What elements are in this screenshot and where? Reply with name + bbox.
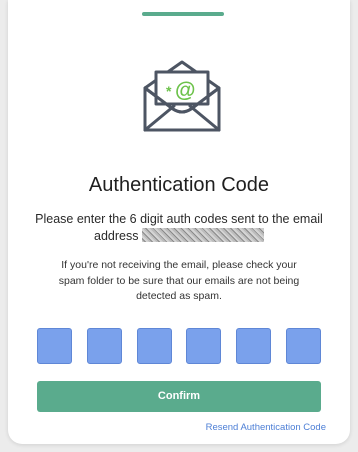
svg-text:@: @ [175,79,195,102]
instruction-text: Please enter the 6 digit auth codes sent… [30,211,328,245]
code-digit-5[interactable] [236,328,272,364]
top-accent-bar [142,12,224,16]
code-digit-4[interactable] [186,328,222,364]
redacted-email [141,228,264,242]
code-digit-2[interactable] [86,328,122,364]
confirm-button[interactable]: Confirm [37,381,321,412]
code-digit-1[interactable] [37,328,72,364]
spam-note: If you're not receiving the email, pleas… [58,259,300,302]
code-digit-3[interactable] [136,328,172,364]
open-envelope-at-icon: * @ [143,60,221,132]
svg-text:*: * [166,83,172,99]
resend-code-link[interactable]: Resend Authentication Code [206,422,326,433]
page-title: Authentication Code [88,174,270,196]
auth-card: * @ Authentication Code Please enter the… [8,0,350,444]
code-digit-6[interactable] [285,328,321,364]
code-input-row [37,328,321,366]
